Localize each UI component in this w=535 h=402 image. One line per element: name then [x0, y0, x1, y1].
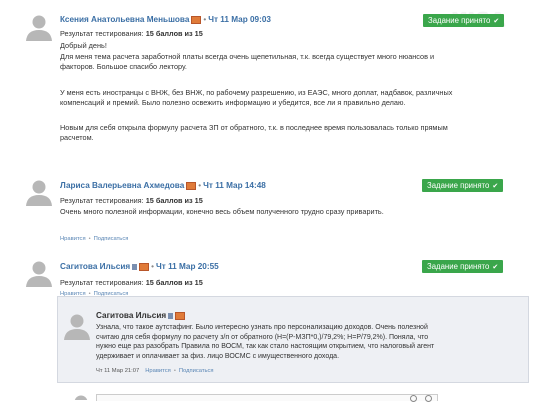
avatar — [24, 258, 54, 288]
result-value: 15 баллов из 15 — [145, 29, 203, 38]
check-icon: ✔ — [492, 264, 499, 271]
subscribe-link[interactable]: Подписаться — [94, 236, 129, 242]
attach-icon[interactable] — [410, 395, 417, 402]
flag-icon — [186, 181, 197, 190]
task-accepted-badge: Задание принято ✔ — [422, 179, 504, 192]
body-line: расчетом. — [60, 133, 94, 143]
comment-body: Очень много полезной информации, конечно… — [60, 207, 520, 217]
author-name[interactable]: Ксения Анатольевна Меньшова — [60, 15, 189, 24]
subscribe-link[interactable]: Подписаться — [179, 368, 214, 374]
result-label: Результат тестирования: — [60, 196, 146, 205]
comment-header: Ксения Анатольевна Меньшова • Чт 11 Мар 09… — [60, 15, 271, 24]
flag-icon — [175, 311, 186, 320]
flag-icon — [191, 15, 202, 24]
badge-label: Задание принято — [428, 16, 491, 25]
author-name[interactable]: Лариса Валерьевна Ахмедова — [60, 181, 184, 190]
comment-date[interactable]: Чт 11 Мар 14:48 — [203, 181, 266, 190]
body-line: компенсаций и премий. Было полезно освеж… — [60, 97, 406, 107]
comment-date[interactable]: Чт 11 Мар 09:03 — [208, 15, 271, 24]
reply-actions: Чт 11 Мар 21:07 Нравится • Подписаться — [96, 368, 214, 374]
test-result: Результат тестирования: 15 баллов из 15 — [60, 29, 203, 39]
body-line: Очень много полезной информации, конечно… — [60, 207, 384, 216]
like-link[interactable]: Нравится — [60, 236, 86, 242]
book-icon — [168, 312, 174, 319]
result-label: Результат тестирования: — [60, 29, 146, 38]
body-line: У меня есть иностранцы с ВНЖ, без ВНЖ, п… — [60, 87, 453, 97]
avatar — [24, 177, 54, 207]
comment-actions: Нравится • Подписаться — [60, 236, 129, 242]
like-link[interactable]: Нравится — [145, 368, 171, 374]
task-accepted-badge: Задание принято ✔ — [422, 260, 504, 273]
avatar — [24, 12, 54, 42]
badge-label: Задание принято — [427, 181, 490, 190]
reply-box: Сагитова Ильсия Узнала, что такое аутста… — [57, 296, 529, 383]
badge-label: Задание принято — [427, 262, 490, 271]
result-label: Результат тестирования: — [60, 278, 146, 287]
comment-body: Добрый день! Для меня тема расчета зараб… — [60, 41, 520, 143]
avatar — [62, 311, 92, 341]
result-value: 15 баллов из 15 — [145, 196, 203, 205]
body-line: нужно еще раз разобрать Правила по ВОСМ,… — [96, 343, 435, 350]
reply-header: Сагитова Ильсия — [96, 311, 186, 320]
book-icon — [132, 263, 138, 270]
body-line: удерживает и оплачивает за физ. лицо ВОС… — [96, 352, 340, 360]
flag-icon — [139, 262, 150, 271]
body-line: Добрый день! — [60, 41, 107, 50]
author-name[interactable]: Сагитова Ильсия — [96, 311, 166, 320]
check-icon: ✔ — [493, 18, 500, 25]
body-line: считаю для себя формулу по расчету з/п о… — [96, 333, 429, 341]
body-line: Для меня тема расчета заработной платы в… — [60, 52, 435, 62]
comment-header: Сагитова Ильсия • Чт 11 Мар 20:55 — [60, 262, 219, 271]
reply-date[interactable]: Чт 11 Мар 21:07 — [96, 368, 139, 374]
task-accepted-badge: Задание принято ✔ — [423, 14, 505, 27]
body-line: Новым для себя открыла формулу расчета З… — [60, 123, 448, 133]
reply-body: Узнала, что такое аутстафинг. Было интер… — [96, 323, 526, 361]
body-line: факторов. Большое спасибо лектору. — [60, 62, 187, 72]
emoji-icon[interactable] — [425, 395, 432, 402]
comment-date[interactable]: Чт 11 Мар 20:55 — [156, 262, 219, 271]
body-line: Узнала, что такое аутстафинг. Было интер… — [96, 324, 428, 331]
comment-header: Лариса Валерьевна Ахмедова • Чт 11 Мар 14:… — [60, 181, 266, 190]
avatar — [66, 392, 96, 400]
result-value: 15 баллов из 15 — [145, 278, 203, 287]
test-result: Результат тестирования: 15 баллов из 15 — [60, 278, 203, 288]
check-icon: ✔ — [492, 183, 499, 190]
test-result: Результат тестирования: 15 баллов из 15 — [60, 196, 203, 206]
author-name[interactable]: Сагитова Ильсия — [60, 262, 130, 271]
